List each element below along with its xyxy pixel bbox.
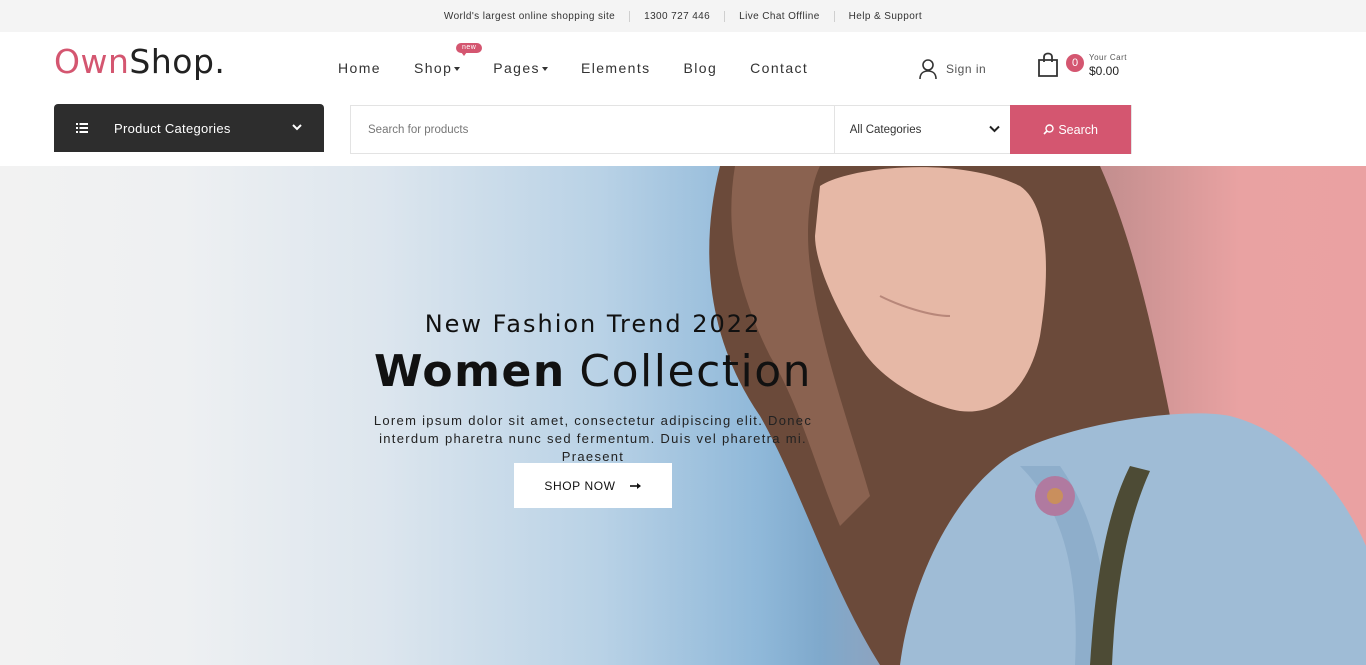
- top-bar: World's largest online shopping site 130…: [0, 0, 1366, 32]
- nav-item-elements[interactable]: Elements: [581, 60, 651, 76]
- hero-banner: New Fashion Trend 2022 Women Collection …: [0, 166, 1366, 665]
- cart-widget[interactable]: 0 Your Cart $0.00: [1036, 52, 1127, 78]
- topbar-phone[interactable]: 1300 727 446: [630, 11, 724, 22]
- nav-item-shop[interactable]: Shop new: [413, 43, 483, 76]
- sign-in-link[interactable]: Sign in: [918, 58, 986, 80]
- cart-label: Your Cart: [1089, 52, 1127, 62]
- category-select-value: All Categories: [849, 123, 922, 136]
- caret-down-icon: [541, 67, 548, 72]
- shop-now-label: SHOP NOW: [544, 478, 616, 493]
- cart-summary: Your Cart $0.00: [1089, 52, 1127, 78]
- logo-part-shop: Shop.: [129, 42, 226, 81]
- hero-title-light: Collection: [579, 346, 813, 397]
- cart-amount: $0.00: [1089, 63, 1120, 78]
- topbar-live-chat[interactable]: Live Chat Offline: [725, 11, 834, 22]
- arrow-right-icon: [629, 482, 641, 489]
- caret-down-icon: [454, 67, 461, 72]
- category-select[interactable]: All Categories: [833, 106, 1011, 153]
- shopping-bag-icon: [1038, 52, 1058, 77]
- site-header: OwnShop. Home Shop new Pages Elements Bl…: [0, 32, 1366, 166]
- search-icon: [1043, 124, 1055, 135]
- search-bar: All Categories Search: [350, 105, 1132, 154]
- list-icon: [76, 123, 88, 133]
- product-categories-button[interactable]: Product Categories: [54, 104, 324, 152]
- new-badge: new: [455, 43, 483, 56]
- nav-item-pages[interactable]: Pages: [493, 60, 548, 76]
- shop-now-button[interactable]: SHOP NOW: [514, 463, 672, 508]
- hero-subtitle: New Fashion Trend 2022: [424, 310, 762, 338]
- logo-part-own: Own: [54, 42, 130, 81]
- product-categories-label: Product Categories: [114, 120, 231, 136]
- nav-item-shop-label: Shop: [413, 60, 453, 76]
- search-input[interactable]: [351, 106, 834, 153]
- main-nav: Home Shop new Pages Elements Blog Contac…: [338, 43, 841, 76]
- topbar-tagline: World's largest online shopping site: [443, 10, 616, 22]
- hero-title-bold: Women: [373, 346, 566, 397]
- nav-item-contact[interactable]: Contact: [750, 60, 808, 76]
- site-logo[interactable]: OwnShop.: [54, 42, 225, 81]
- hero-description: Lorem ipsum dolor sit amet, consectetur …: [373, 413, 813, 464]
- chevron-down-icon: [292, 124, 302, 131]
- user-icon: [919, 59, 937, 80]
- search-button-label: Search: [1058, 122, 1098, 137]
- search-button[interactable]: Search: [1010, 105, 1131, 154]
- nav-item-home[interactable]: Home: [338, 60, 381, 76]
- hero-title: Women Collection: [0, 346, 1186, 397]
- nav-item-pages-label: Pages: [493, 60, 540, 76]
- sign-in-label: Sign in: [946, 62, 987, 76]
- nav-item-blog[interactable]: Blog: [684, 60, 718, 76]
- chevron-down-icon: [989, 125, 1001, 133]
- topbar-help-support[interactable]: Help & Support: [835, 11, 936, 22]
- cart-count-badge: 0: [1066, 54, 1084, 72]
